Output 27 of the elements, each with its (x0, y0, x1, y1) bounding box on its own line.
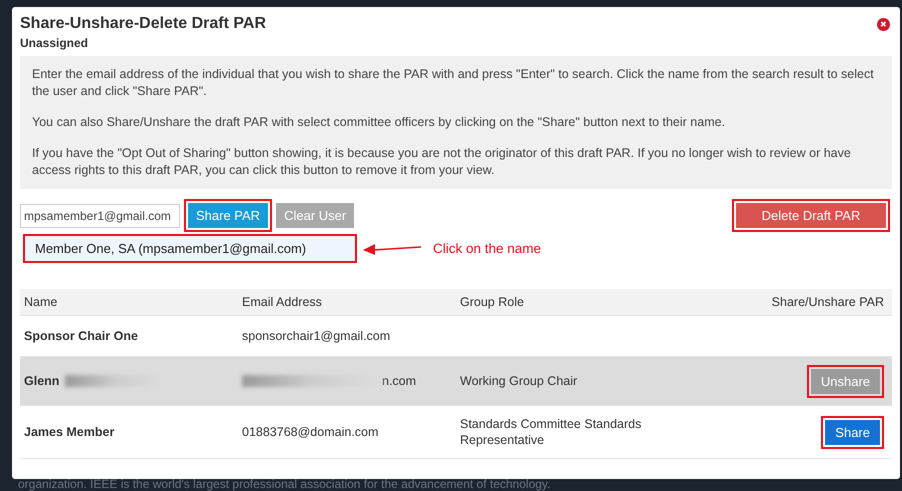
background-text: organization. IEEE is the world's largest professional association for the advancement of technology. (18, 477, 550, 491)
role-cell: Standards Committee Standards Representative (460, 417, 642, 447)
name-cell: James Member (24, 425, 114, 439)
name-cell: Sponsor Chair One (24, 329, 138, 343)
share-button[interactable]: Share (825, 420, 880, 444)
unshare-button[interactable]: Unshare (810, 368, 880, 394)
share-par-button[interactable]: Share PAR (188, 203, 268, 228)
dialog-subtitle: Unassigned (20, 36, 88, 50)
close-icon[interactable]: ✖ (877, 18, 890, 30)
annotation-text: Click on the name (433, 241, 542, 256)
column-header: Group Role (460, 294, 525, 310)
instruction-text: Enter the email address of the individual that you wish to share the PAR with and press "Enter" to search. Click the name from the search result to select the user and click "Share PAR". (32, 66, 875, 100)
arrow-icon (363, 242, 423, 256)
delete-draft-button[interactable]: Delete Draft PAR (736, 203, 886, 228)
email-cell: sponsorchair1@gmail.com (242, 329, 390, 343)
email-field[interactable]: mpsamember1@gmail.com (20, 204, 180, 228)
email-cell: 01883768@domain.com (242, 425, 378, 439)
search-result-item[interactable]: Member One, SA (mpsamember1@gmail.com) (23, 234, 357, 263)
name-cell: Glenn (24, 374, 60, 388)
column-header: Email Address (242, 295, 323, 309)
instruction-text: If you have the "Opt Out of Sharing" button showing, it is because you are not the originator of this draft PAR. If you no longer wish to review or have access rights to this draft PAR, you can click this button to remove it from your view. (32, 145, 852, 179)
column-header: Name (24, 295, 58, 309)
email-cell: n.com (382, 374, 416, 388)
role-cell: Working Group Chair (460, 374, 578, 388)
dialog-title: Share-Unshare-Delete Draft PAR (20, 15, 266, 33)
column-header: Share/Unshare PAR (770, 295, 884, 309)
instruction-text: You can also Share/Unshare the draft PAR with select committee officers by clicking on the "Share" button next to their name. (32, 114, 726, 131)
